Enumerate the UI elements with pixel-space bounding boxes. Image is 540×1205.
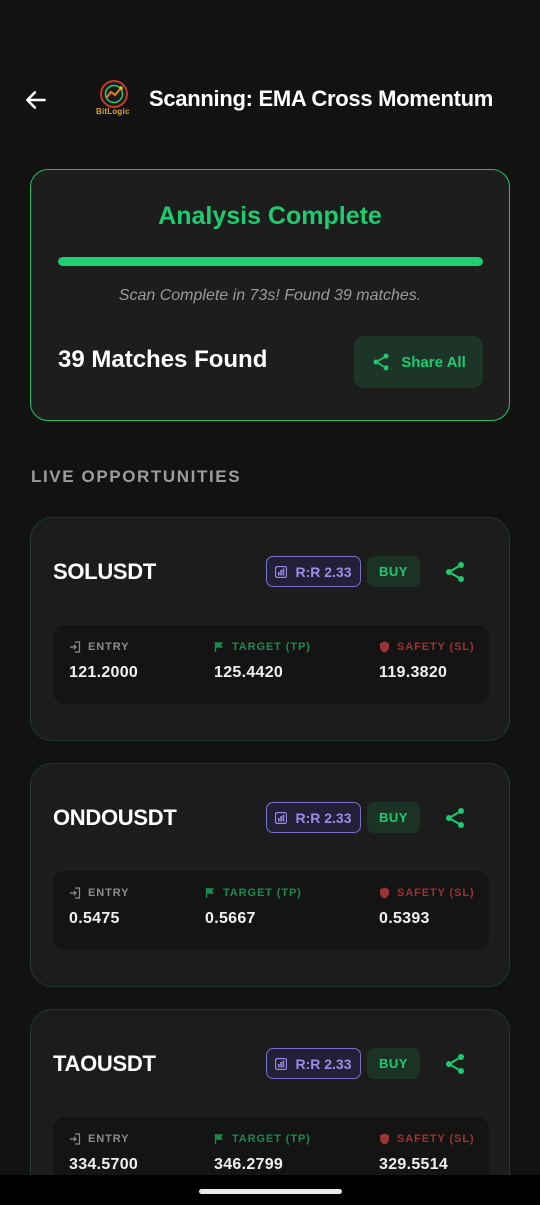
entry-level: ENTRY 121.2000 [69, 641, 138, 682]
entry-label: ENTRY [88, 887, 130, 899]
target-value: 346.2799 [214, 1156, 284, 1173]
app-header: BitLogic Scanning: EMA Cross Momentum [0, 0, 540, 170]
symbol-label: ONDOUSDT [53, 805, 177, 830]
login-icon [70, 1133, 81, 1145]
target-level: TARGET (TP) 125.4420 [214, 641, 311, 682]
entry-label: ENTRY [88, 641, 130, 653]
share-icon [373, 353, 389, 371]
share-all-button[interactable]: Share All [354, 336, 483, 388]
status-subtitle: Scan Complete in 73s! Found 39 matches. [118, 287, 422, 304]
safety-label: SAFETY (SL) [397, 641, 475, 653]
back-button[interactable] [20, 84, 52, 116]
symbol-label: SOLUSDT [53, 559, 157, 584]
safety-label: SAFETY (SL) [397, 887, 475, 899]
safety-value: 119.3820 [379, 664, 448, 681]
safety-level: SAFETY (SL) 329.5514 [379, 1133, 475, 1174]
chart-icon [275, 811, 288, 824]
home-gesture-pill[interactable] [199, 1189, 342, 1194]
shield-icon [380, 641, 389, 653]
flag-icon [214, 1134, 223, 1144]
price-levels-panel: ENTRY 121.2000 TARGET (TP) 125.4420 SAFE… [53, 625, 489, 704]
target-label: TARGET (TP) [232, 641, 311, 653]
flag-icon [205, 888, 214, 898]
status-title: Analysis Complete [158, 202, 382, 230]
logo-text: BitLogic [96, 107, 130, 116]
shield-icon [380, 887, 389, 899]
scan-status-card: Analysis Complete Scan Complete in 73s! … [30, 169, 510, 421]
opportunity-card-solusdt[interactable]: SOLUSDT R:R 2.33 BUY ENTRY 121.2000 TARG… [30, 517, 510, 741]
target-value: 125.4420 [214, 664, 284, 681]
target-label: TARGET (TP) [223, 887, 302, 899]
login-icon [70, 887, 81, 899]
target-label: TARGET (TP) [232, 1133, 311, 1145]
share-all-label: Share All [401, 353, 466, 371]
price-levels-panel: ENTRY 0.5475 TARGET (TP) 0.5667 SAFETY (… [53, 871, 489, 950]
symbol-label: TAOUSDT [53, 1051, 156, 1076]
risk-reward-badge: R:R 2.33 [266, 556, 361, 587]
opportunity-card-ondousdt[interactable]: ONDOUSDT R:R 2.33 BUY ENTRY 0.5475 TARGE… [30, 763, 510, 987]
scan-progress-bar [58, 257, 483, 266]
login-icon [70, 641, 81, 653]
share-icon [446, 562, 464, 582]
page-title: Scanning: EMA Cross Momentum [149, 86, 494, 111]
shield-icon [380, 1133, 389, 1145]
share-button[interactable] [442, 1051, 468, 1077]
signal-badge: BUY [367, 1048, 420, 1079]
flag-icon [214, 642, 223, 652]
entry-level: ENTRY 334.5700 [69, 1133, 138, 1174]
target-level: TARGET (TP) 0.5667 [205, 887, 302, 928]
system-nav-bar [0, 1175, 540, 1205]
section-heading: LIVE OPPORTUNITIES [31, 467, 242, 486]
share-icon [446, 1054, 464, 1074]
signal-badge: BUY [367, 556, 420, 587]
arrow-left-icon [26, 91, 46, 109]
safety-label: SAFETY (SL) [397, 1133, 475, 1145]
entry-value: 121.2000 [69, 664, 139, 681]
entry-label: ENTRY [88, 1133, 130, 1145]
safety-level: SAFETY (SL) 0.5393 [379, 887, 475, 928]
chart-icon [275, 1057, 288, 1070]
matches-count: 39 Matches Found [58, 346, 268, 373]
risk-reward-value: R:R 2.33 [295, 809, 352, 826]
risk-reward-badge: R:R 2.33 [266, 802, 361, 833]
share-button[interactable] [442, 559, 468, 585]
signal-badge: BUY [367, 802, 420, 833]
target-level: TARGET (TP) 346.2799 [214, 1133, 311, 1174]
share-icon [446, 808, 464, 828]
target-value: 0.5667 [205, 910, 256, 927]
entry-value: 0.5475 [69, 910, 120, 927]
safety-value: 0.5393 [379, 910, 430, 927]
safety-value: 329.5514 [379, 1156, 449, 1173]
safety-level: SAFETY (SL) 119.3820 [379, 641, 475, 682]
entry-value: 334.5700 [69, 1156, 139, 1173]
share-button[interactable] [442, 805, 468, 831]
risk-reward-badge: R:R 2.33 [266, 1048, 361, 1079]
entry-level: ENTRY 0.5475 [69, 887, 129, 928]
risk-reward-value: R:R 2.33 [295, 1055, 352, 1072]
chart-icon [275, 565, 288, 578]
scan-progress-fill [58, 257, 483, 266]
risk-reward-value: R:R 2.33 [295, 563, 352, 580]
